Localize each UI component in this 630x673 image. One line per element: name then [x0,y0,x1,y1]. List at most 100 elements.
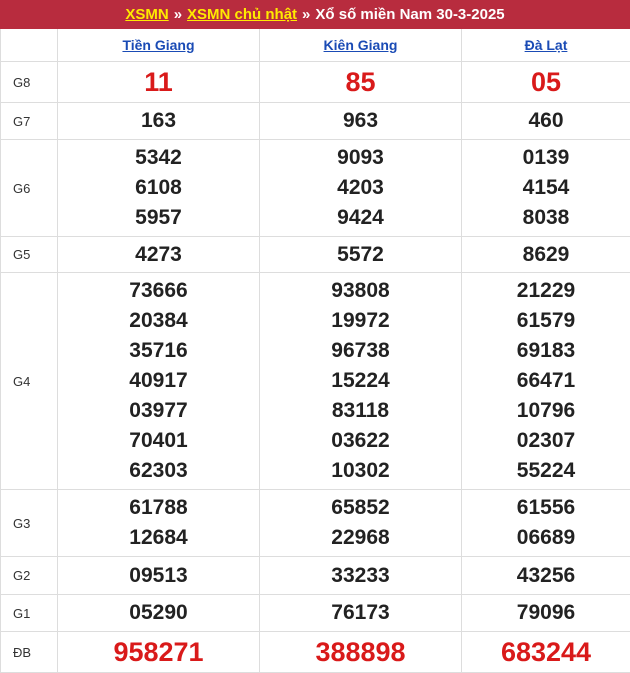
prize-number: 35716 [58,336,259,366]
prize-number: 958271 [58,637,259,667]
prize-label: G3 [1,490,58,557]
prize-label: G1 [1,595,58,632]
prize-number: 02307 [462,426,630,456]
prize-number: 61556 [462,493,630,523]
prize-cell: 6585222968 [260,490,462,557]
prize-number: 460 [462,106,630,136]
prize-cell: 683244 [462,632,630,673]
province-link-kien-giang[interactable]: Kiên Giang [324,37,398,53]
prize-number: 96738 [260,336,461,366]
prize-cell: 11 [58,62,260,103]
prize-number: 0139 [462,143,630,173]
prize-number: 5342 [58,143,259,173]
prize-cell: 09513 [58,557,260,595]
prize-cell: 79096 [462,595,630,632]
prize-number: 79096 [462,598,630,628]
prize-number: 8038 [462,203,630,233]
prize-cell: 76173 [260,595,462,632]
prize-number: 65852 [260,493,461,523]
prize-number: 76173 [260,598,461,628]
province-link-tien-giang[interactable]: Tiền Giang [122,37,194,53]
prize-number: 05290 [58,598,259,628]
prize-number: 33233 [260,561,461,591]
prize-row-g1: G1052907617379096 [1,595,630,632]
prize-row-g4: G473666203843571640917039777040162303938… [1,273,630,490]
prize-row-g2: G2095133323343256 [1,557,630,595]
prize-number: 12684 [58,523,259,553]
prize-number: 03622 [260,426,461,456]
prize-number: 8629 [462,240,630,270]
prize-cell: 4273 [58,237,260,273]
prize-number: 61579 [462,306,630,336]
prize-number: 10796 [462,396,630,426]
prize-cell: 6178812684 [58,490,260,557]
xsmn-link[interactable]: XSMN [125,6,168,23]
prize-number: 5572 [260,240,461,270]
prize-number: 06689 [462,523,630,553]
prize-cell: 21229615796918366471107960230755224 [462,273,630,490]
prize-cell: 5572 [260,237,462,273]
prize-number: 9424 [260,203,461,233]
prize-row-g8: G8118505 [1,62,630,103]
prize-number: 4203 [260,173,461,203]
prize-cell: 163 [58,103,260,140]
prize-number: 19972 [260,306,461,336]
prize-number: 69183 [462,336,630,366]
prize-number: 62303 [58,456,259,486]
prize-cell: 013941548038 [462,140,630,237]
prize-row-g7: G7163963460 [1,103,630,140]
prize-row-g5: G5427355728629 [1,237,630,273]
prize-number: 21229 [462,276,630,306]
page-header: XSMN » XSMN chủ nhật » Xổ số miền Nam 30… [0,0,630,29]
prize-label: G4 [1,273,58,490]
prize-cell: 05 [462,62,630,103]
prize-cell: 43256 [462,557,630,595]
prize-cell: 460 [462,103,630,140]
prize-number: 22968 [260,523,461,553]
province-header-row: Tiền Giang Kiên Giang Đà Lạt [1,29,630,62]
province-header: Đà Lạt [462,29,630,62]
prize-number: 55224 [462,456,630,486]
prize-cell: 6155606689 [462,490,630,557]
prize-label: G6 [1,140,58,237]
prize-cell: 73666203843571640917039777040162303 [58,273,260,490]
prize-number: 20384 [58,306,259,336]
prize-label: G5 [1,237,58,273]
prize-table-body: G8118505G7163963460G65342610859579093420… [1,62,630,673]
prize-row-db: ĐB958271388898683244 [1,632,630,673]
prize-number: 9093 [260,143,461,173]
province-link-da-lat[interactable]: Đà Lạt [525,37,568,53]
prize-number: 83118 [260,396,461,426]
province-header: Tiền Giang [58,29,260,62]
prize-cell: 33233 [260,557,462,595]
prize-cell: 388898 [260,632,462,673]
prize-number: 4273 [58,240,259,270]
prize-number: 43256 [462,561,630,591]
prize-cell: 93808199729673815224831180362210302 [260,273,462,490]
prize-number: 6108 [58,173,259,203]
prize-number: 11 [58,67,259,97]
prize-cell: 534261085957 [58,140,260,237]
prize-number: 163 [58,106,259,136]
prize-label: G7 [1,103,58,140]
prize-cell: 963 [260,103,462,140]
xsmn-sunday-link[interactable]: XSMN chủ nhật [187,6,297,23]
prize-row-g3: G3617881268465852229686155606689 [1,490,630,557]
prize-number: 66471 [462,366,630,396]
prize-number: 61788 [58,493,259,523]
prize-number: 40917 [58,366,259,396]
province-header: Kiên Giang [260,29,462,62]
prize-number: 70401 [58,426,259,456]
prize-number: 963 [260,106,461,136]
prize-number: 93808 [260,276,461,306]
prize-cell: 909342039424 [260,140,462,237]
prize-cell: 05290 [58,595,260,632]
prize-label: G8 [1,62,58,103]
prize-number: 03977 [58,396,259,426]
page-title: Xổ số miền Nam 30-3-2025 [315,6,504,23]
breadcrumb-separator: » [302,6,310,23]
prize-label: G2 [1,557,58,595]
prize-number: 388898 [260,637,461,667]
prize-cell: 85 [260,62,462,103]
prize-number: 683244 [462,637,630,667]
